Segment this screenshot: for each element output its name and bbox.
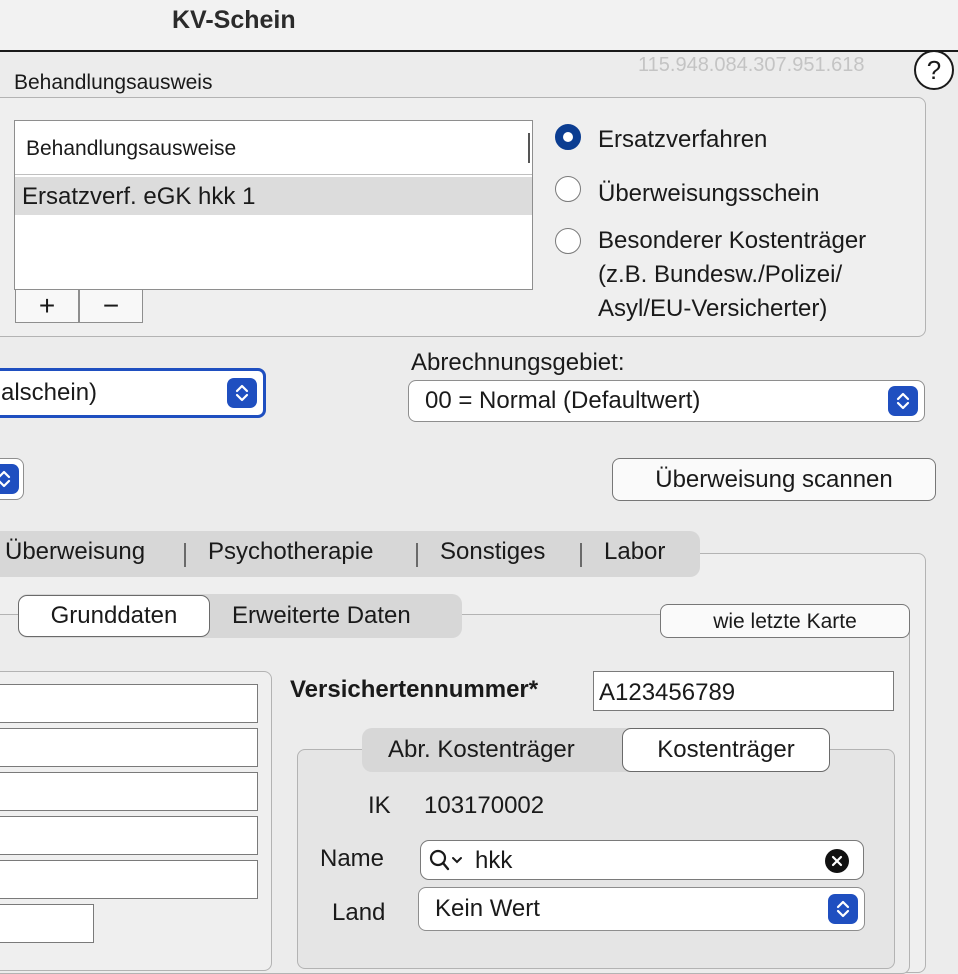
ik-value: 103170002 [424, 792, 545, 819]
radio-besonderer-kostentraeger-line2: (z.B. Bundesw./Polizei/ [598, 261, 843, 288]
remove-button[interactable]: − [79, 289, 143, 323]
clear-icon[interactable] [825, 849, 849, 873]
text-field[interactable] [0, 904, 94, 943]
versichertennummer-label: Versichertennummer* [290, 676, 539, 703]
radio-ueberweisungsschein[interactable] [555, 176, 581, 202]
tab-separator [416, 543, 418, 567]
name-search-field[interactable]: hkk [420, 840, 864, 880]
chevron-updown-icon [0, 464, 19, 494]
radio-besonderer-kostentraeger-line3: Asyl/EU-Versicherter) [598, 295, 828, 322]
tab-abr-kostentraeger[interactable]: Abr. Kostenträger [388, 736, 575, 764]
behandlungsausweis-label: Behandlungsausweis [14, 71, 213, 94]
text-field[interactable] [0, 772, 258, 811]
add-button[interactable]: + [15, 289, 79, 323]
chevron-updown-icon [227, 378, 257, 408]
text-field[interactable] [0, 728, 258, 767]
window-title: KV-Schein [172, 6, 296, 34]
chevron-updown-icon [828, 894, 858, 924]
ueberweisung-scannen-button[interactable]: Überweisung scannen [612, 458, 936, 501]
radio-ueberweisungsschein-label: Überweisungsschein [598, 180, 820, 207]
land-select[interactable]: Kein Wert [418, 887, 865, 931]
versichertennummer-input[interactable]: A123456789 [593, 671, 894, 711]
main-tab-bar: Überweisung Psychotherapie Sonstiges Lab… [0, 531, 700, 577]
text-field[interactable] [0, 860, 258, 899]
land-select-value: Kein Wert [435, 895, 540, 922]
scheinart-select[interactable]: alschein) [0, 368, 266, 418]
tab-kostentraeger[interactable]: Kostenträger [622, 728, 830, 772]
name-label: Name [320, 845, 385, 872]
radio-ersatzverfahren-label: Ersatzverfahren [598, 126, 768, 153]
list-header-label: Behandlungsausweise [26, 137, 237, 160]
tab-ueberweisung[interactable]: Überweisung [5, 538, 145, 566]
tab-separator [184, 543, 186, 567]
wie-letzte-karte-button[interactable]: wie letzte Karte [660, 604, 910, 638]
column-resize-handle[interactable] [528, 133, 530, 163]
radio-besonderer-kostentraeger-label: Besonderer Kostenträger [598, 227, 867, 254]
abrechnungsgebiet-label: Abrechnungsgebiet: [411, 349, 625, 376]
tab-separator [580, 543, 582, 567]
clipped-select[interactable] [0, 458, 24, 500]
text-field[interactable] [0, 816, 258, 855]
radio-ersatzverfahren[interactable] [555, 124, 581, 150]
abrechnungsgebiet-select-value: 00 = Normal (Defaultwert) [425, 387, 701, 414]
tab-erweiterte-daten[interactable]: Erweiterte Daten [232, 602, 411, 630]
list-header: Behandlungsausweise [15, 121, 532, 175]
tab-labor[interactable]: Labor [604, 538, 665, 566]
name-search-value: hkk [475, 847, 513, 874]
text-field[interactable] [0, 684, 258, 723]
list-item[interactable]: Ersatzverf. eGK hkk 1 [15, 177, 532, 215]
ik-label: IK [368, 792, 391, 819]
scheinart-select-value: alschein) [1, 379, 98, 406]
tab-psychotherapie[interactable]: Psychotherapie [208, 538, 373, 566]
land-label: Land [332, 899, 386, 926]
abrechnungsgebiet-select[interactable]: 00 = Normal (Defaultwert) [408, 380, 925, 422]
radio-besonderer-kostentraeger[interactable] [555, 228, 581, 254]
behandlungsausweise-list[interactable]: Behandlungsausweise Ersatzverf. eGK hkk … [14, 120, 533, 290]
id-number: 115.948.084.307.951.618 [638, 54, 865, 76]
chevron-updown-icon [888, 386, 918, 416]
tab-grunddaten[interactable]: Grunddaten [18, 595, 210, 637]
title-bar [0, 0, 958, 52]
tab-sonstiges[interactable]: Sonstiges [440, 538, 545, 566]
search-icon[interactable] [428, 848, 464, 877]
help-button[interactable]: ? [914, 50, 954, 90]
